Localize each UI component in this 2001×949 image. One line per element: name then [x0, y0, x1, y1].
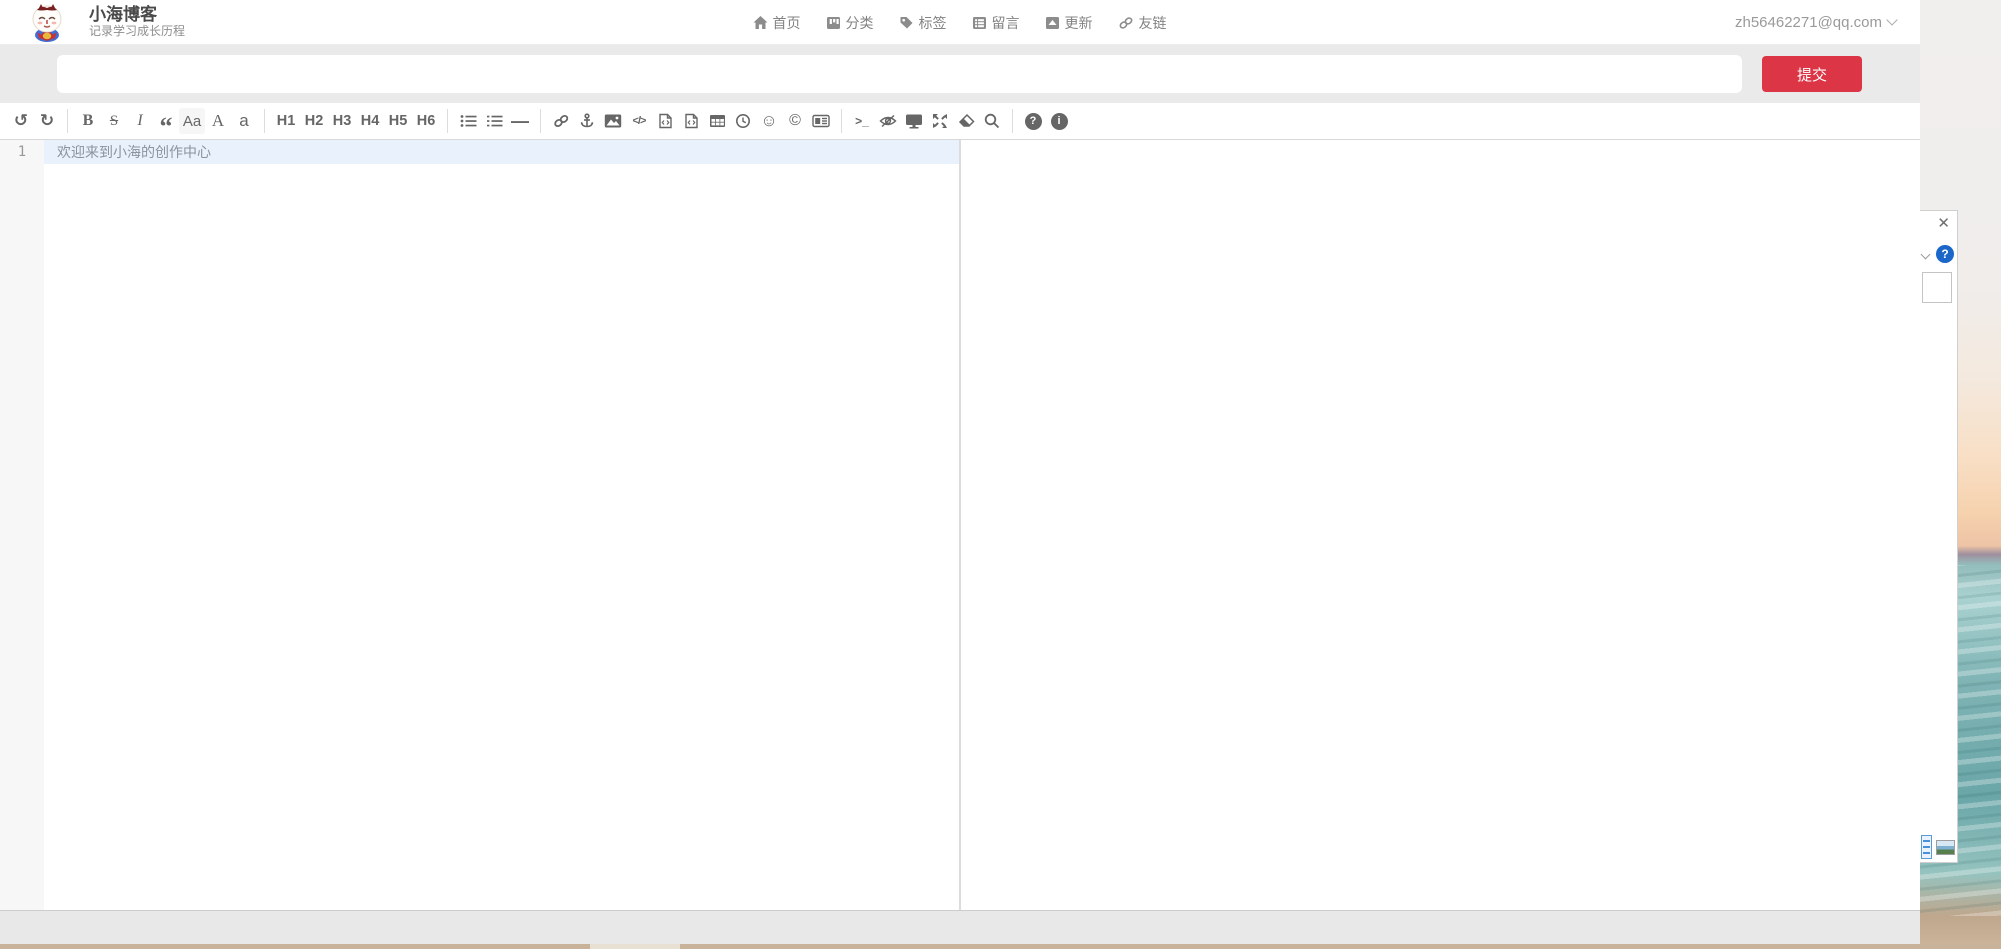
- h1-icon[interactable]: H1: [272, 108, 300, 134]
- help-icon[interactable]: ?: [1020, 108, 1046, 134]
- redo-icon[interactable]: ↻: [34, 108, 60, 134]
- markdown-editor: 1 欢迎来到小海的创作中心: [0, 140, 1920, 911]
- toolbar-divider: [447, 109, 448, 133]
- h6-icon[interactable]: H6: [412, 108, 440, 134]
- fullscreen-icon[interactable]: [927, 108, 953, 134]
- post-title-input[interactable]: [57, 55, 1742, 93]
- anchor-icon[interactable]: [574, 108, 600, 134]
- list-ol-icon[interactable]: [481, 108, 507, 134]
- help-badge-icon[interactable]: ?: [1936, 245, 1954, 263]
- bold-icon[interactable]: B: [75, 108, 101, 134]
- editor-toolbar: ↺ ↻ B S I “ Aa A a H1 H2 H3 H4 H5 H6 —: [0, 103, 1920, 140]
- search-icon[interactable]: [979, 108, 1005, 134]
- toolbar-divider: [841, 109, 842, 133]
- horizontal-rule-icon[interactable]: —: [507, 108, 533, 134]
- tag-icon: [900, 16, 914, 30]
- line-number-gutter: 1: [0, 140, 44, 910]
- horizontal-scrollbar: [0, 944, 2001, 949]
- editor-source-pane[interactable]: 1 欢迎来到小海的创作中心: [0, 140, 960, 910]
- main-nav: 首页 分类 标签 留言: [754, 0, 1167, 45]
- toolbar-divider: [67, 109, 68, 133]
- footer-band: [0, 911, 1920, 944]
- italic-icon[interactable]: I: [127, 108, 153, 134]
- pagebreak-icon[interactable]: [808, 108, 834, 134]
- panel-bottom-tools: [1921, 835, 1955, 859]
- user-menu[interactable]: zh56462271@qq.com: [1735, 14, 1896, 31]
- lowercase-words-icon[interactable]: Aa: [179, 108, 205, 134]
- site-title: 小海博客: [89, 5, 185, 24]
- link-icon[interactable]: [548, 108, 574, 134]
- code-block-icon[interactable]: [678, 108, 704, 134]
- undo-icon[interactable]: ↺: [8, 108, 34, 134]
- home-icon: [754, 16, 768, 30]
- h3-icon[interactable]: H3: [328, 108, 356, 134]
- list-view-icon[interactable]: [1921, 835, 1932, 859]
- close-icon[interactable]: ✕: [1937, 216, 1950, 231]
- watch-icon[interactable]: [875, 108, 901, 134]
- scrollbar-thumb[interactable]: [590, 944, 680, 949]
- image-thumbnail-icon[interactable]: [1936, 840, 1955, 855]
- update-icon: [1046, 16, 1060, 30]
- lowercase-icon[interactable]: a: [231, 108, 257, 134]
- list-ul-icon[interactable]: [455, 108, 481, 134]
- datetime-icon[interactable]: [730, 108, 756, 134]
- nav-item-links[interactable]: 友链: [1119, 13, 1167, 33]
- html-entities-icon[interactable]: ©: [782, 108, 808, 134]
- nav-item-tag[interactable]: 标签: [900, 13, 947, 33]
- chevron-down-icon[interactable]: [1921, 249, 1931, 259]
- page: 小海博客 记录学习成长历程 首页 分类 标签: [0, 0, 1920, 944]
- editor-preview-pane: [961, 140, 1920, 910]
- preview-icon[interactable]: [901, 108, 927, 134]
- uppercase-icon[interactable]: A: [205, 108, 231, 134]
- submit-button[interactable]: 提交: [1762, 56, 1862, 92]
- h2-icon[interactable]: H2: [300, 108, 328, 134]
- header: 小海博客 记录学习成长历程 首页 分类 标签: [0, 0, 1920, 45]
- strikethrough-icon[interactable]: S: [101, 108, 127, 134]
- nav-item-home[interactable]: 首页: [754, 13, 801, 33]
- quote-icon[interactable]: “: [153, 108, 179, 134]
- site-subtitle: 记录学习成长历程: [89, 24, 185, 39]
- toolbar-divider: [1012, 109, 1013, 133]
- links-icon: [1119, 16, 1134, 30]
- preformatted-text-icon[interactable]: [652, 108, 678, 134]
- info-icon[interactable]: i: [1046, 108, 1072, 134]
- editor-placeholder-text: 欢迎来到小海的创作中心: [57, 142, 211, 162]
- comments-icon: [973, 16, 987, 30]
- goto-line-icon[interactable]: >_: [849, 108, 875, 134]
- chevron-down-icon: [1886, 14, 1897, 25]
- site-titles: 小海博客 记录学习成长历程: [89, 5, 185, 39]
- site-logo-avatar[interactable]: [27, 2, 67, 42]
- toolbar-divider: [540, 109, 541, 133]
- table-icon[interactable]: [704, 108, 730, 134]
- category-icon: [827, 16, 841, 30]
- h5-icon[interactable]: H5: [384, 108, 412, 134]
- image-icon[interactable]: [600, 108, 626, 134]
- nav-item-comments[interactable]: 留言: [973, 13, 1020, 33]
- code-icon[interactable]: </>: [626, 108, 652, 134]
- nav-item-category[interactable]: 分类: [827, 13, 874, 33]
- clear-icon[interactable]: [953, 108, 979, 134]
- toolbar-divider: [264, 109, 265, 133]
- emoji-icon[interactable]: ☺: [756, 108, 782, 134]
- panel-input[interactable]: [1922, 272, 1952, 303]
- line-number: 1: [0, 140, 44, 164]
- composer-bar: 提交: [0, 45, 1920, 103]
- panel-controls: ?: [1922, 245, 1954, 263]
- h4-icon[interactable]: H4: [356, 108, 384, 134]
- nav-item-update[interactable]: 更新: [1046, 13, 1093, 33]
- active-line[interactable]: 欢迎来到小海的创作中心: [44, 140, 960, 164]
- right-popup-panel: ✕ ?: [1920, 210, 1958, 863]
- user-email: zh56462271@qq.com: [1735, 14, 1882, 31]
